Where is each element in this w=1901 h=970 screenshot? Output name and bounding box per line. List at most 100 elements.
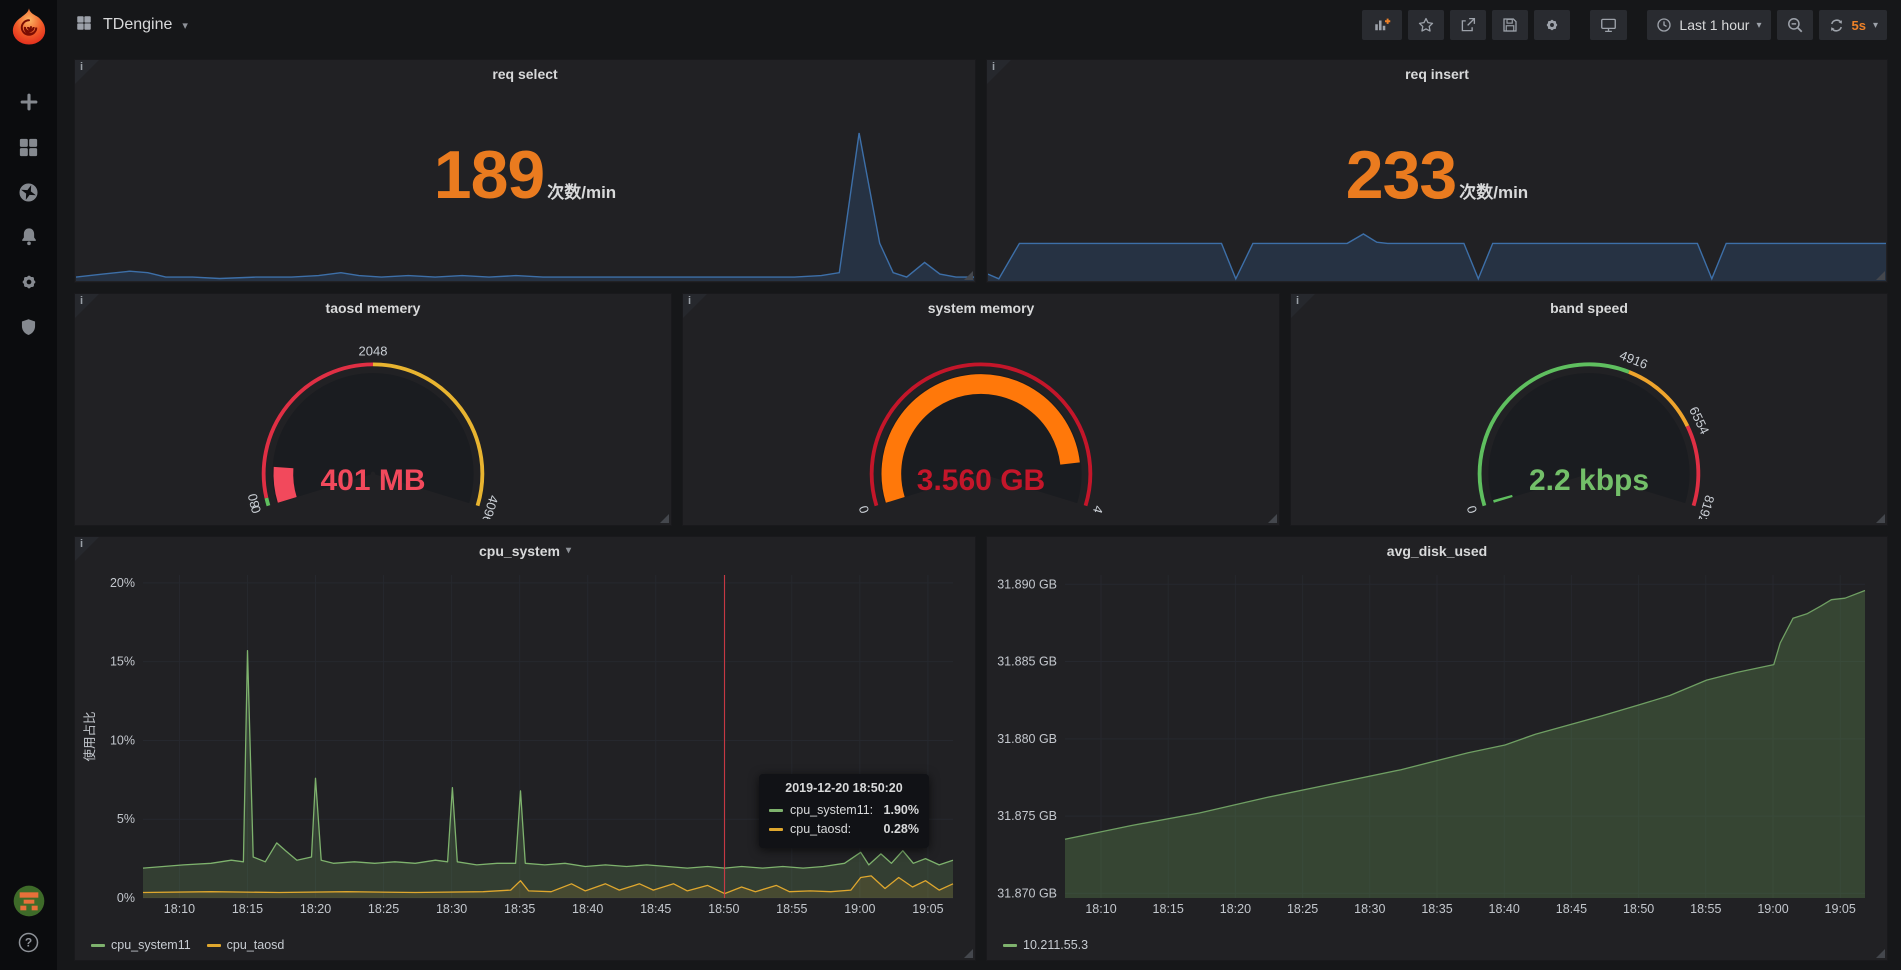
tooltip-value: 0.28% (884, 820, 919, 839)
shield-icon[interactable] (17, 315, 41, 339)
stat-unit: 次数/min (1459, 178, 1528, 203)
svg-text:31.885 GB: 31.885 GB (997, 655, 1057, 669)
legend-item[interactable]: cpu_taosd (207, 938, 285, 952)
svg-text:18:10: 18:10 (1085, 902, 1116, 916)
panel-req-insert: i req insert 233 次数/min (987, 60, 1887, 282)
star-button[interactable] (1408, 10, 1444, 40)
panel-title[interactable]: taosd memery (75, 294, 671, 322)
zoom-out-button[interactable] (1777, 10, 1813, 40)
svg-text:18:30: 18:30 (436, 902, 467, 916)
zoom-out-icon (1786, 16, 1804, 34)
svg-text:18:55: 18:55 (1690, 902, 1721, 916)
info-icon[interactable]: i (1291, 294, 1315, 318)
sparkline (76, 131, 974, 281)
info-icon[interactable]: i (683, 294, 707, 318)
svg-text:18:45: 18:45 (640, 902, 671, 916)
tooltip-row: cpu_taosd: 0.28% (769, 820, 919, 839)
svg-text:31.890 GB: 31.890 GB (997, 577, 1057, 591)
gear-icon[interactable] (17, 270, 41, 294)
svg-text:18:55: 18:55 (776, 902, 807, 916)
chart-tooltip: 2019-12-20 18:50:20 cpu_system11: 1.90% … (759, 774, 929, 848)
star-icon (1417, 16, 1435, 34)
grafana-logo[interactable] (0, 0, 57, 52)
resize-handle[interactable] (1876, 514, 1885, 523)
svg-text:18:20: 18:20 (300, 902, 331, 916)
legend-item[interactable]: cpu_system11 (91, 938, 191, 952)
refresh-icon (1828, 17, 1845, 34)
svg-text:18:15: 18:15 (1153, 902, 1184, 916)
svg-text:18:15: 18:15 (232, 902, 263, 916)
info-icon[interactable]: i (987, 60, 1011, 84)
panel-system-memory: i system memory 043.560 GB (683, 294, 1279, 525)
series-swatch (769, 809, 783, 812)
dashboard-grid-icon[interactable] (75, 14, 93, 37)
chevron-down-icon: ▾ (1756, 20, 1761, 31)
svg-text:18:45: 18:45 (1556, 902, 1587, 916)
resize-handle[interactable] (1876, 271, 1885, 280)
svg-text:8192: 8192 (1695, 493, 1718, 519)
gauge: 08020484096401 MB (75, 322, 671, 519)
svg-text:31.875 GB: 31.875 GB (997, 809, 1057, 823)
time-series-chart: 0%5%10%15%20%18:1018:1518:2018:2518:3018… (81, 567, 969, 918)
resize-handle[interactable] (660, 514, 669, 523)
refresh-interval-label: 5s (1852, 18, 1866, 33)
resize-handle[interactable] (964, 271, 973, 280)
time-series-chart: 31.870 GB31.875 GB31.880 GB31.885 GB31.8… (993, 567, 1881, 918)
svg-text:18:20: 18:20 (1220, 902, 1251, 916)
dashboards-grid-icon[interactable] (17, 135, 41, 159)
refresh-button[interactable]: 5s ▾ (1819, 10, 1888, 40)
stat-number: 233 (1346, 148, 1456, 202)
resize-handle[interactable] (1268, 514, 1277, 523)
tooltip-value: 1.90% (884, 801, 919, 820)
tooltip-label: cpu_taosd: (790, 820, 851, 839)
info-icon[interactable]: i (75, 537, 99, 561)
series-swatch (769, 828, 783, 831)
singlestat-value: 233 次数/min (987, 148, 1887, 202)
panel-title[interactable]: band speed (1291, 294, 1887, 322)
panel-title[interactable]: cpu_system ▾ (75, 537, 975, 565)
cycle-view-button[interactable] (1590, 10, 1627, 40)
svg-text:10%: 10% (110, 733, 135, 747)
panel-title[interactable]: req select (75, 60, 975, 88)
add-panel-icon (1371, 16, 1393, 34)
save-icon (1501, 16, 1519, 34)
info-icon[interactable]: i (75, 60, 99, 84)
save-button[interactable] (1492, 10, 1528, 40)
gauge: 043.560 GB (683, 322, 1279, 519)
avatar[interactable] (13, 885, 45, 917)
svg-text:2048: 2048 (359, 344, 388, 359)
time-range-label: Last 1 hour (1679, 17, 1749, 33)
legend-label: cpu_taosd (227, 938, 285, 952)
svg-text:0%: 0% (117, 891, 135, 905)
bell-icon[interactable] (17, 225, 41, 249)
panel-title-text: cpu_system (479, 537, 560, 565)
plus-icon[interactable] (17, 90, 41, 114)
svg-text:3.560 GB: 3.560 GB (917, 464, 1045, 497)
panel-title[interactable]: system memory (683, 294, 1279, 322)
svg-text:18:50: 18:50 (708, 902, 739, 916)
resize-handle[interactable] (964, 949, 973, 958)
help-question-icon[interactable]: ? (17, 930, 41, 954)
svg-text:使用占比: 使用占比 (82, 711, 97, 761)
dashboard-title[interactable]: TDengine (103, 16, 172, 34)
add-panel-button[interactable] (1362, 10, 1402, 40)
panel-avg-disk-used: avg_disk_used 31.870 GB31.875 GB31.880 G… (987, 537, 1887, 960)
settings-button[interactable] (1534, 10, 1570, 40)
grafana-flame-icon (10, 7, 48, 45)
panel-req-select: i req select 189 次数/min (75, 60, 975, 282)
legend-label: 10.211.55.3 (1023, 938, 1088, 952)
chevron-down-icon[interactable]: ▾ (182, 19, 188, 32)
panel-title[interactable]: avg_disk_used (987, 537, 1887, 565)
navbar: TDengine ▾ (57, 0, 1901, 50)
panel-taosd-memory: i taosd memery 08020484096401 MB (75, 294, 671, 525)
compass-icon[interactable] (17, 180, 41, 204)
svg-text:19:05: 19:05 (912, 902, 943, 916)
svg-text:5%: 5% (117, 812, 135, 826)
panel-title[interactable]: req insert (987, 60, 1887, 88)
legend-item[interactable]: 10.211.55.3 (1003, 938, 1088, 952)
share-button[interactable] (1450, 10, 1486, 40)
time-range-button[interactable]: Last 1 hour ▾ (1647, 10, 1770, 40)
chevron-down-icon: ▾ (566, 537, 571, 565)
info-icon[interactable]: i (75, 294, 99, 318)
resize-handle[interactable] (1876, 949, 1885, 958)
